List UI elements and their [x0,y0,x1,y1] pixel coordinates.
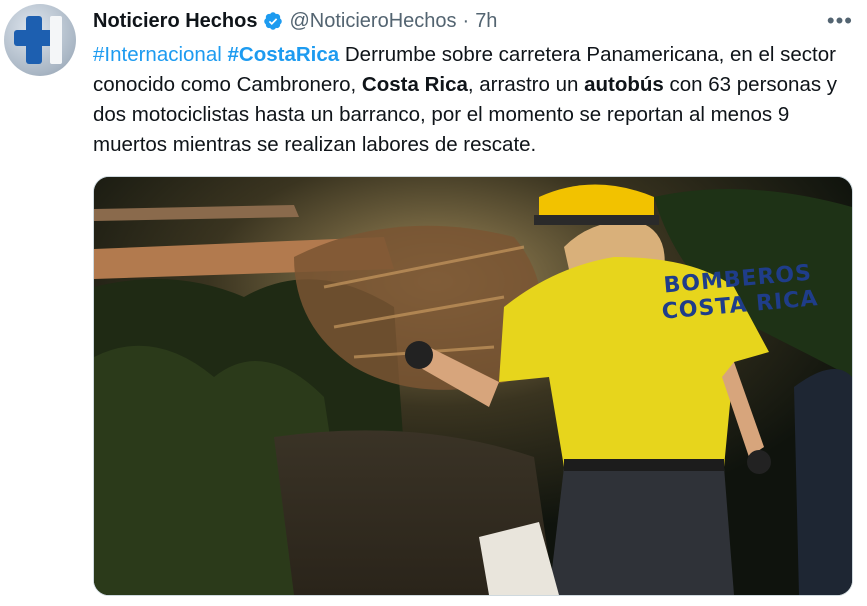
author-handle[interactable]: @NoticieroHechos [289,10,456,33]
hashtag-costarica[interactable]: #CostaRica [228,43,340,66]
text-part-2: , arrastro un [467,73,585,96]
rescue-scene-illustration [94,177,852,595]
verified-badge-icon [264,12,283,30]
logo-bar [50,16,62,64]
tweet-text: #Internacional #CostaRica Derrumbe sobre… [93,40,853,160]
text-bold-costa-rica: Costa Rica [361,73,468,96]
tweet-header: Noticiero Hechos @NoticieroHechos · 7h •… [93,8,853,34]
author-name[interactable]: Noticiero Hechos [93,10,257,33]
tweet-time[interactable]: 7h [475,10,497,33]
more-options-icon[interactable]: ••• [827,8,853,34]
hashtag-internacional[interactable]: #Internacional [93,43,222,66]
separator-dot: · [462,9,470,32]
logo-plus-horizontal [14,30,54,46]
avatar[interactable] [4,4,76,76]
tweet-photo[interactable]: BOMBEROS COSTA RICA [93,176,853,596]
text-bold-autobus: autobús [584,73,664,96]
